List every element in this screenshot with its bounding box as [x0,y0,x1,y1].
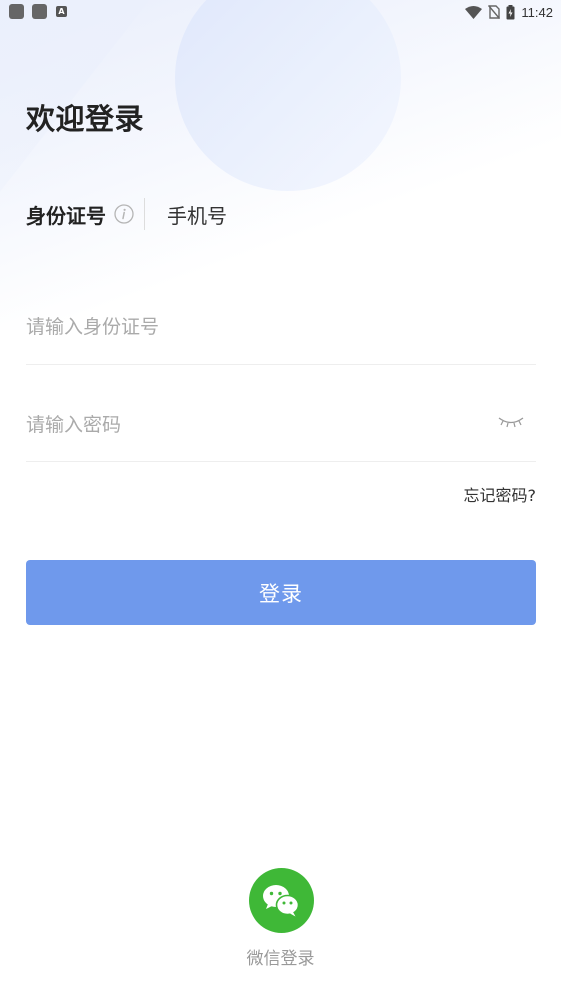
wechat-login-label: 微信登录 [246,949,315,969]
login-button[interactable]: 登录 [26,560,536,625]
password-input[interactable] [26,400,466,450]
info-icon[interactable] [114,204,134,224]
keyboard-a-icon: A [56,6,67,17]
eye-closed-icon[interactable] [498,413,524,431]
app-notification-icon [9,4,24,19]
tab-id-card[interactable]: 身份证号 [26,200,106,229]
id-number-input[interactable] [26,302,466,352]
wechat-login-button[interactable] [249,868,314,933]
status-indicators: 11:42 [465,3,553,21]
wechat-icon [263,885,300,917]
clock: 11:42 [521,4,553,20]
page-title: 欢迎登录 [26,102,145,136]
password-field [26,400,536,462]
tab-divider [144,198,145,230]
id-number-field [26,302,536,365]
login-method-tabs: 身份证号 手机号 [26,197,227,231]
wifi-icon [465,5,483,19]
forgot-password-link[interactable]: 忘记密码? [464,482,537,506]
app-notification-icon [32,4,47,19]
no-sim-icon [488,5,501,19]
tab-phone[interactable]: 手机号 [167,200,227,229]
status-bar: A 11:42 [0,0,561,24]
battery-charging-icon [506,4,515,19]
